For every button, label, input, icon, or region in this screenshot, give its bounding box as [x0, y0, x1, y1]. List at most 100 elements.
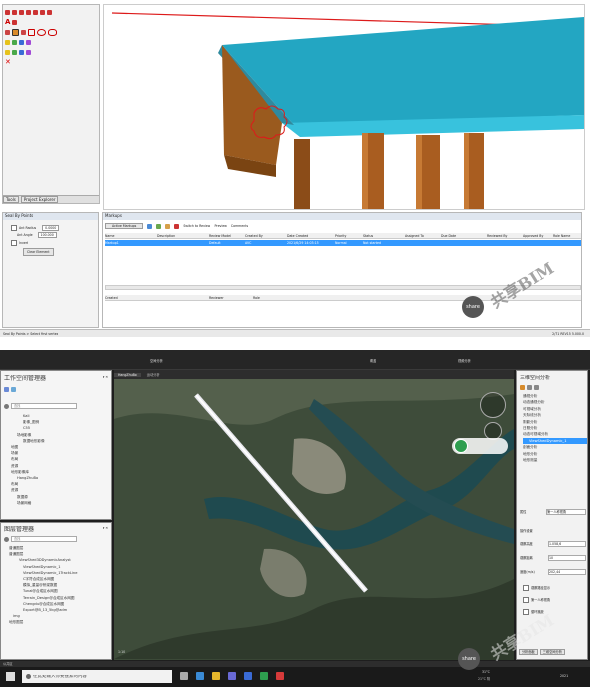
taskbar-search[interactable]: 在此处输入你要搜索的内容	[22, 670, 172, 683]
highlighter-tool-icon[interactable]	[12, 28, 19, 36]
edit-markup-icon[interactable]	[165, 223, 171, 229]
col-approved-by[interactable]: Approved By	[523, 234, 553, 238]
settings-analysis-icon[interactable]	[534, 385, 539, 390]
col-role-name[interactable]: Role Name	[553, 234, 579, 238]
first-person-checkbox[interactable]	[523, 597, 529, 603]
col-assigned-to[interactable]: Assigned To	[405, 234, 441, 238]
switch-to-review-button[interactable]: Switch to Review	[183, 224, 210, 228]
invert-checkbox[interactable]	[11, 240, 17, 246]
save-workspace-icon[interactable]	[11, 387, 16, 392]
delete-icon[interactable]: ✕	[5, 58, 11, 66]
table-row[interactable]: Markup1 Default AVC 2021/6/29 14:03:15 N…	[105, 240, 581, 246]
col-reviewed-by[interactable]: Reviewed By	[487, 234, 523, 238]
param-row: 观察距离 10	[520, 555, 586, 561]
blue-check-icon[interactable]	[19, 49, 24, 55]
green-check-icon[interactable]	[12, 49, 17, 55]
map-tab-hangzhubo[interactable]: HangZhuBo	[114, 372, 141, 377]
weather-temp[interactable]: 31°C	[482, 670, 490, 674]
add-analysis-icon[interactable]	[520, 385, 525, 390]
cloud-tool-icon[interactable]	[26, 9, 31, 15]
tab-project-explorer[interactable]: Project Explorer	[20, 196, 59, 203]
tab-tools[interactable]: Tools	[3, 196, 19, 203]
blue-pencil-icon[interactable]	[19, 39, 24, 45]
purple-pencil-icon[interactable]	[26, 39, 31, 45]
edge-icon[interactable]	[196, 672, 204, 680]
col-comment-role[interactable]: Role	[253, 296, 297, 300]
radius-input[interactable]: 0.0000	[42, 225, 60, 231]
app-icon[interactable]	[276, 672, 284, 680]
param-input[interactable]: 202,44	[548, 569, 586, 575]
attr-dropdown[interactable]: 第一人称视角	[546, 509, 586, 515]
purple-check-icon[interactable]	[26, 49, 31, 55]
select-tool-icon[interactable]	[5, 9, 10, 15]
col-date-created[interactable]: Date Created	[287, 234, 335, 238]
show-path-checkbox[interactable]	[523, 585, 529, 591]
map-tab-motion[interactable]: 运动分析	[143, 373, 164, 377]
angle-input[interactable]: 100.000	[37, 232, 57, 238]
menu-video-analysis[interactable]: 视频分析	[458, 359, 471, 363]
tab-3d-analysis[interactable]: 三维空间分析	[539, 649, 565, 655]
windows-start-icon[interactable]	[6, 672, 15, 681]
col-name[interactable]: Name	[105, 234, 157, 238]
mail-icon[interactable]	[244, 672, 252, 680]
ellipse-tool-icon[interactable]	[37, 28, 46, 36]
text-a-icon[interactable]: A	[5, 18, 10, 26]
layer-search-icon[interactable]	[4, 536, 9, 542]
clear-element-button[interactable]: Clear Element	[23, 248, 54, 256]
box-tool-icon[interactable]	[47, 9, 52, 15]
text-tool-icon[interactable]	[12, 9, 17, 15]
explorer-icon[interactable]	[212, 672, 220, 680]
remove-analysis-icon[interactable]	[527, 385, 532, 390]
pencil-tool-icon[interactable]	[5, 29, 10, 35]
col-comment-created[interactable]: Created	[105, 296, 209, 300]
loop-checkbox[interactable]	[523, 609, 529, 615]
open-workspace-icon[interactable]	[4, 387, 9, 392]
tab-analysis-panel[interactable]: 分析面板	[519, 649, 538, 655]
delete-markup-icon[interactable]	[174, 223, 180, 229]
eraser-tool-icon[interactable]	[12, 19, 18, 25]
cloud-shape-icon[interactable]	[48, 28, 57, 36]
workspace-pin-icon[interactable]: ▾ ✕	[103, 375, 108, 379]
map-view[interactable]: HangZhuBo 运动分析 1:10	[114, 370, 514, 660]
col-comment-reviewer[interactable]: Reviewer	[209, 296, 253, 300]
line-tool-icon[interactable]	[40, 9, 45, 15]
active-markups-dropdown[interactable]: Active Markups	[105, 223, 144, 229]
yellow-pencil-icon[interactable]	[5, 39, 10, 45]
param-input[interactable]: 10	[548, 555, 586, 561]
layer-search-input[interactable]: 查找	[11, 536, 77, 542]
radius-checkbox[interactable]	[11, 225, 17, 231]
rectangle-tool-icon[interactable]	[28, 28, 35, 36]
new-markup-icon[interactable]	[156, 223, 162, 229]
col-priority[interactable]: Priority	[335, 234, 363, 238]
store-icon[interactable]	[228, 672, 236, 680]
search-icon[interactable]	[4, 403, 9, 409]
col-due-date[interactable]: Due Date	[441, 234, 487, 238]
param-input[interactable]: 1.058,6	[548, 541, 586, 547]
col-review-model[interactable]: Review Model	[209, 234, 245, 238]
layer-pin-icon[interactable]: ▾ ✕	[103, 526, 108, 530]
col-created-by[interactable]: Created By	[245, 234, 287, 238]
nav-compass[interactable]	[480, 392, 506, 418]
cell-name: Markup1	[105, 241, 119, 245]
preview-button[interactable]: Preview	[214, 224, 226, 228]
note-tool-icon[interactable]	[19, 9, 24, 15]
list-item[interactable]: 地形图层	[5, 619, 109, 625]
green-pencil-icon[interactable]	[12, 39, 17, 45]
col-status[interactable]: Status	[363, 234, 405, 238]
yellow-check-icon[interactable]	[5, 49, 10, 55]
polyline-tool-icon[interactable]	[21, 29, 26, 35]
refresh-icon[interactable]	[147, 223, 153, 229]
app-icon[interactable]	[260, 672, 268, 680]
comments-button[interactable]: Comments	[231, 224, 248, 228]
workspace-search-input[interactable]: 查找	[11, 403, 77, 409]
col-description[interactable]: Description	[157, 234, 209, 238]
task-view-icon[interactable]	[180, 672, 188, 680]
menu-spatial-analysis[interactable]: 空间分析	[150, 359, 163, 363]
clock[interactable]: 2021	[560, 674, 568, 678]
list-item[interactable]: 场景网格	[11, 500, 107, 506]
list-item[interactable]: 地形测量	[523, 457, 587, 463]
menu-overlay[interactable]: 覆盖	[370, 359, 376, 363]
arrow-tool-icon[interactable]	[33, 9, 38, 15]
model-viewport[interactable]	[103, 4, 585, 210]
layer-panel: 图层管理器 ▾ ✕ 查找 普通图层 普通图层 ViewShed3DDynamic…	[0, 522, 112, 660]
